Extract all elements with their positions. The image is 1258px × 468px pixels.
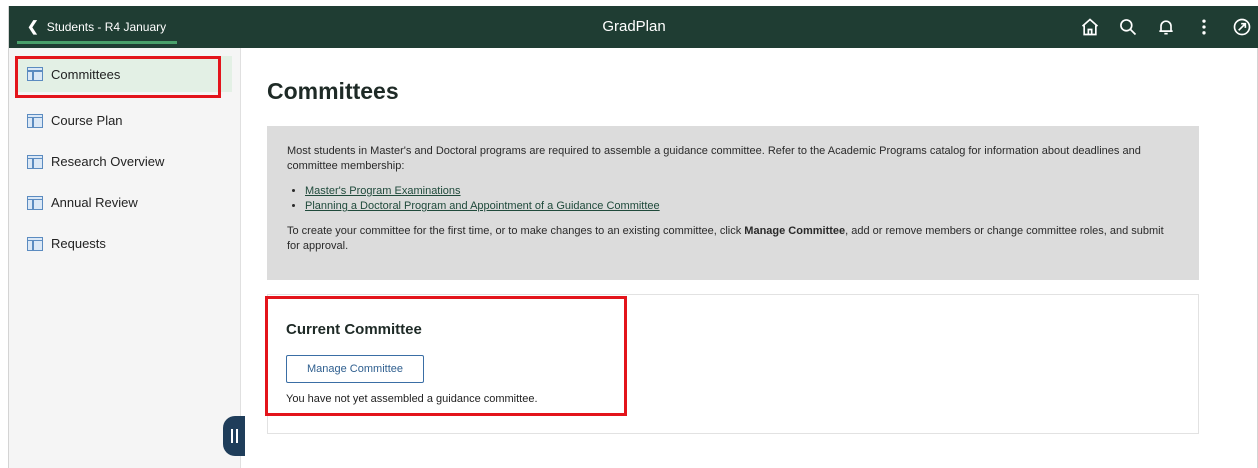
page-title: Committees [267,78,399,104]
chevron-left-icon: ❮ [27,18,39,34]
sidebar-item-label: Research Overview [51,154,165,169]
info-instructions: To create your committee for the first t… [287,224,1179,254]
back-label: Students - R4 January [46,19,167,34]
manage-committee-button[interactable]: Manage Committee [286,355,424,383]
sidebar: Committees Course Plan Research Overview… [9,48,241,468]
header-actions [1069,6,1258,48]
info-intro: Most students in Master's and Doctoral p… [287,145,1141,172]
sidebar-item-label: Requests [51,236,106,251]
page-icon [27,67,43,81]
link-doctoral-planning[interactable]: Planning a Doctoral Program and Appointm… [305,200,660,212]
pause-bar-icon [235,429,238,443]
instructions-bold: Manage Committee [744,225,846,237]
list-item: Planning a Doctoral Program and Appointm… [305,199,1179,214]
sidebar-item-label: Annual Review [51,195,138,210]
list-item: Master's Program Examinations [305,184,1179,199]
home-icon[interactable] [1073,10,1107,44]
instructions-text: To create your committee for the first t… [287,225,745,237]
sidebar-item-research-overview[interactable]: Research Overview [9,141,240,182]
empty-committee-message: You have not yet assembled a guidance co… [286,393,538,405]
link-masters-exams[interactable]: Master's Program Examinations [305,185,461,197]
page-icon [27,113,43,128]
info-panel: Most students in Master's and Doctoral p… [267,126,1199,280]
bell-icon[interactable] [1149,10,1183,44]
page-icon [27,236,43,251]
main-content: Committees Most students in Master's and… [241,48,1257,468]
sidebar-item-label: Committees [51,66,121,82]
search-icon[interactable] [1111,10,1145,44]
compass-icon[interactable] [1225,10,1258,44]
sidebar-item-requests[interactable]: Requests [9,223,240,264]
page-icon [27,195,43,210]
sidebar-item-annual-review[interactable]: Annual Review [9,182,240,223]
app-window: ❮ Students - R4 January GradPlan Committ… [8,6,1258,468]
current-committee-card: Current Committee Manage Committee You h… [267,294,1199,434]
info-links: Master's Program Examinations Planning a… [299,184,1179,214]
top-bar: ❮ Students - R4 January GradPlan [9,6,1258,48]
card-title: Current Committee [286,321,422,338]
more-vertical-icon[interactable] [1187,10,1221,44]
pause-bar-icon [230,429,233,443]
sidebar-item-label: Course Plan [51,113,123,128]
sidebar-item-committees[interactable]: Committees [17,56,232,92]
page-icon [27,154,43,169]
back-button[interactable]: ❮ Students - R4 January [17,12,177,44]
sidebar-item-course-plan[interactable]: Course Plan [9,100,240,141]
